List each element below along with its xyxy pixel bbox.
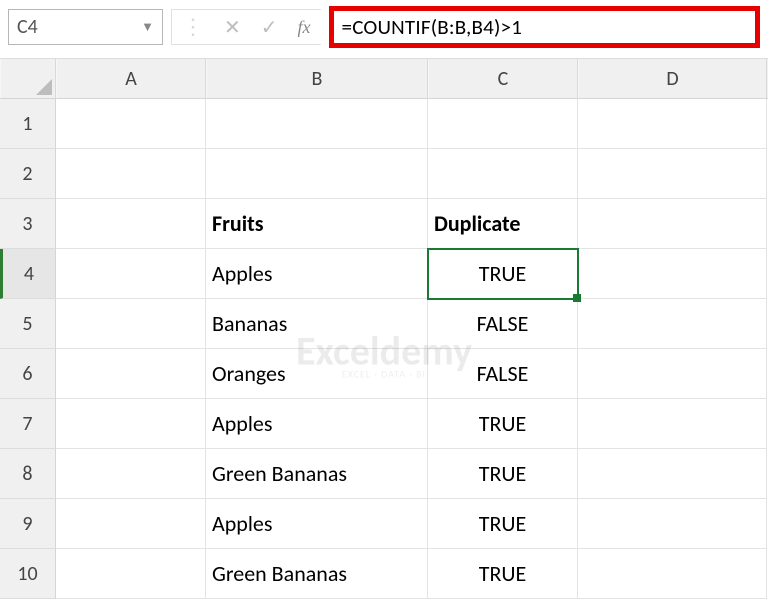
chevron-down-icon[interactable]: ▼ — [141, 19, 154, 35]
vertical-divider: ⋮ — [182, 16, 204, 38]
cell-text: Apples — [212, 260, 272, 287]
row-header[interactable]: 8 — [0, 449, 56, 499]
cell-text: FALSE — [477, 310, 529, 337]
formula-input[interactable]: =COUNTIF(B:B,B4)>1 — [329, 6, 760, 48]
formula-text: =COUNTIF(B:B,B4)>1 — [342, 14, 523, 40]
cell-D6[interactable] — [578, 349, 767, 399]
cell-C5[interactable]: FALSE — [428, 299, 578, 349]
cell-D3[interactable] — [578, 199, 767, 249]
row-header[interactable]: 2 — [0, 149, 56, 199]
cell-text: Duplicate — [434, 210, 520, 237]
cell-text: Green Bananas — [212, 460, 347, 487]
cell-C7[interactable]: TRUE — [428, 399, 578, 449]
cell-A9[interactable] — [56, 499, 206, 549]
col-header-B[interactable]: B — [206, 59, 428, 98]
col-header-A[interactable]: A — [56, 59, 206, 98]
cell-text: Apples — [212, 510, 272, 537]
row-header[interactable]: 1 — [0, 99, 56, 149]
enter-icon[interactable]: ✓ — [261, 15, 278, 40]
cell-B1[interactable] — [206, 99, 428, 149]
column-headers: A B C D — [0, 59, 768, 99]
cell-A3[interactable] — [56, 199, 206, 249]
cell-D2[interactable] — [578, 149, 767, 199]
spreadsheet-grid: A B C D 1 2 3 Fruits Duplicate 4 Apples … — [0, 59, 768, 599]
cell-A2[interactable] — [56, 149, 206, 199]
cell-text: TRUE — [479, 410, 527, 437]
row-header[interactable]: 4 — [0, 249, 56, 299]
cell-text: TRUE — [479, 460, 527, 487]
cell-A5[interactable] — [56, 299, 206, 349]
cell-D5[interactable] — [578, 299, 767, 349]
insert-function-icon[interactable]: fx — [298, 17, 311, 38]
formula-bar-controls: ⋮ ✕ ✓ fx — [171, 9, 321, 45]
cell-A7[interactable] — [56, 399, 206, 449]
cell-text: TRUE — [479, 510, 527, 537]
cell-B3[interactable]: Fruits — [206, 199, 428, 249]
cell-C1[interactable] — [428, 99, 578, 149]
cell-C9[interactable]: TRUE — [428, 499, 578, 549]
cell-B8[interactable]: Green Bananas — [206, 449, 428, 499]
name-box-value: C4 — [17, 15, 38, 39]
row-header[interactable]: 9 — [0, 499, 56, 549]
cell-A4[interactable] — [56, 249, 206, 299]
row-header[interactable]: 5 — [0, 299, 56, 349]
name-box[interactable]: C4 ▼ — [8, 9, 163, 45]
cell-B6[interactable]: Oranges — [206, 349, 428, 399]
cell-text: FALSE — [477, 360, 529, 387]
cell-text: Green Bananas — [212, 560, 347, 587]
cell-text: TRUE — [479, 260, 527, 287]
cell-text: Oranges — [212, 360, 286, 387]
row-header[interactable]: 10 — [0, 549, 56, 599]
cell-text: TRUE — [479, 560, 527, 587]
cell-B9[interactable]: Apples — [206, 499, 428, 549]
cell-C4[interactable]: TRUE — [428, 249, 578, 299]
cell-B4[interactable]: Apples — [206, 249, 428, 299]
cell-D10[interactable] — [578, 549, 767, 599]
cell-C3[interactable]: Duplicate — [428, 199, 578, 249]
grid-body: 1 2 3 Fruits Duplicate 4 Apples TRUE 5 B… — [0, 99, 768, 599]
cell-C2[interactable] — [428, 149, 578, 199]
cell-A6[interactable] — [56, 349, 206, 399]
col-header-C[interactable]: C — [428, 59, 578, 98]
cell-A1[interactable] — [56, 99, 206, 149]
cell-D9[interactable] — [578, 499, 767, 549]
cell-D1[interactable] — [578, 99, 767, 149]
cancel-icon[interactable]: ✕ — [224, 15, 241, 40]
cell-D4[interactable] — [578, 249, 767, 299]
cell-D8[interactable] — [578, 449, 767, 499]
cell-B7[interactable]: Apples — [206, 399, 428, 449]
cell-B5[interactable]: Bananas — [206, 299, 428, 349]
cell-B10[interactable]: Green Bananas — [206, 549, 428, 599]
cell-A8[interactable] — [56, 449, 206, 499]
cell-C8[interactable]: TRUE — [428, 449, 578, 499]
cell-C10[interactable]: TRUE — [428, 549, 578, 599]
row-header[interactable]: 3 — [0, 199, 56, 249]
select-all-button[interactable] — [0, 59, 56, 98]
cell-text: Bananas — [212, 310, 287, 337]
cell-C6[interactable]: FALSE — [428, 349, 578, 399]
col-header-D[interactable]: D — [578, 59, 767, 98]
row-header[interactable]: 7 — [0, 399, 56, 449]
row-header[interactable]: 6 — [0, 349, 56, 399]
formula-bar: C4 ▼ ⋮ ✕ ✓ fx =COUNTIF(B:B,B4)>1 — [0, 0, 768, 59]
cell-text: Apples — [212, 410, 272, 437]
cell-text: Fruits — [212, 210, 264, 237]
cell-D7[interactable] — [578, 399, 767, 449]
cell-A10[interactable] — [56, 549, 206, 599]
cell-B2[interactable] — [206, 149, 428, 199]
